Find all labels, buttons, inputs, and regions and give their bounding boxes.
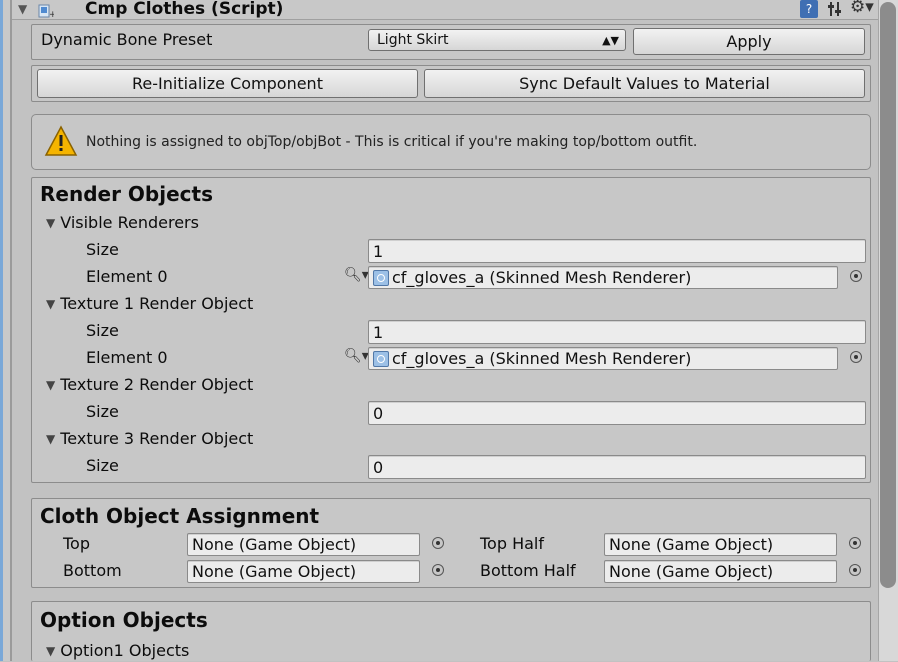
foldout-arrow-icon[interactable]: ▼ bbox=[18, 2, 27, 16]
top-label: Top bbox=[63, 534, 90, 553]
foldout-option1-objects[interactable]: ▼ Option1 Objects bbox=[46, 641, 189, 662]
magnifier-icon[interactable]: 🔍︎▾ bbox=[344, 348, 369, 364]
object-picker-icon[interactable] bbox=[849, 564, 861, 576]
foldout-arrow-icon: ▼ bbox=[46, 644, 56, 658]
object-field-value: cf_gloves_a (Skinned Mesh Renderer) bbox=[392, 268, 692, 287]
bottom-half-object-field[interactable]: None (Game Object) bbox=[604, 560, 837, 583]
element-label: Element 0 bbox=[86, 267, 168, 286]
render-objects-title: Render Objects bbox=[40, 182, 213, 206]
reinitialize-component-button[interactable]: Re-Initialize Component bbox=[37, 69, 418, 98]
component-title: Cmp Clothes (Script) bbox=[85, 0, 284, 19]
foldout-arrow-icon: ▼ bbox=[46, 297, 56, 311]
texture-3-size-field[interactable]: 0 bbox=[368, 455, 866, 479]
magnifier-icon[interactable]: 🔍︎▾ bbox=[344, 267, 369, 283]
object-field-value: cf_gloves_a (Skinned Mesh Renderer) bbox=[392, 349, 692, 368]
foldout-texture-1[interactable]: ▼ Texture 1 Render Object bbox=[46, 294, 253, 315]
foldout-arrow-icon: ▼ bbox=[46, 378, 56, 392]
warning-icon bbox=[44, 125, 78, 157]
preset-dropdown[interactable]: Light Skirt ▲▼ bbox=[368, 29, 626, 51]
size-label: Size bbox=[86, 456, 119, 475]
foldout-texture-2[interactable]: ▼ Texture 2 Render Object bbox=[46, 375, 253, 396]
script-icon: + bbox=[38, 3, 57, 20]
preset-label: Dynamic Bone Preset bbox=[41, 30, 213, 49]
option-objects-title: Option Objects bbox=[40, 608, 208, 632]
svg-text:+: + bbox=[49, 10, 54, 18]
foldout-label: Visible Renderers bbox=[60, 213, 199, 232]
visible-renderers-element-field[interactable]: cf_gloves_a (Skinned Mesh Renderer) bbox=[368, 266, 838, 289]
top-half-object-field[interactable]: None (Game Object) bbox=[604, 533, 837, 556]
left-accent-bar bbox=[0, 0, 3, 661]
object-picker-icon[interactable] bbox=[432, 564, 444, 576]
object-picker-icon[interactable] bbox=[432, 537, 444, 549]
skinned-mesh-icon bbox=[373, 350, 389, 367]
foldout-texture-3[interactable]: ▼ Texture 3 Render Object bbox=[46, 429, 253, 450]
preset-dropdown-value: Light Skirt bbox=[377, 32, 449, 48]
preset-icon[interactable] bbox=[826, 0, 844, 18]
size-label: Size bbox=[86, 402, 119, 421]
scrollbar-thumb[interactable] bbox=[880, 2, 896, 588]
help-icon[interactable]: ? bbox=[800, 0, 818, 18]
dropdown-arrows-icon: ▲▼ bbox=[602, 33, 619, 47]
foldout-label: Texture 3 Render Object bbox=[60, 429, 254, 448]
gear-icon[interactable]: ⚙▾ bbox=[850, 0, 874, 17]
skinned-mesh-icon bbox=[373, 269, 389, 286]
texture-1-size-field[interactable]: 1 bbox=[368, 320, 866, 344]
object-picker-icon[interactable] bbox=[850, 351, 862, 363]
visible-renderers-size-field[interactable]: 1 bbox=[368, 239, 866, 263]
foldout-label: Option1 Objects bbox=[60, 641, 190, 660]
element-label: Element 0 bbox=[86, 348, 168, 367]
foldout-arrow-icon: ▼ bbox=[46, 216, 56, 230]
bottom-object-field[interactable]: None (Game Object) bbox=[187, 560, 420, 583]
warning-message: Nothing is assigned to objTop/objBot - T… bbox=[86, 134, 698, 150]
foldout-label: Texture 1 Render Object bbox=[60, 294, 254, 313]
foldout-arrow-icon: ▼ bbox=[46, 432, 56, 446]
texture-2-size-field[interactable]: 0 bbox=[368, 401, 866, 425]
foldout-visible-renderers[interactable]: ▼ Visible Renderers bbox=[46, 213, 199, 234]
top-half-label: Top Half bbox=[480, 534, 544, 553]
bottom-label: Bottom bbox=[63, 561, 122, 580]
size-label: Size bbox=[86, 240, 119, 259]
object-picker-icon[interactable] bbox=[850, 270, 862, 282]
size-label: Size bbox=[86, 321, 119, 340]
sync-default-values-button[interactable]: Sync Default Values to Material bbox=[424, 69, 865, 98]
bottom-half-label: Bottom Half bbox=[480, 561, 576, 580]
apply-button[interactable]: Apply bbox=[633, 28, 865, 55]
texture-1-element-field[interactable]: cf_gloves_a (Skinned Mesh Renderer) bbox=[368, 347, 838, 370]
object-picker-icon[interactable] bbox=[849, 537, 861, 549]
cloth-assignment-title: Cloth Object Assignment bbox=[40, 504, 320, 528]
top-object-field[interactable]: None (Game Object) bbox=[187, 533, 420, 556]
foldout-label: Texture 2 Render Object bbox=[60, 375, 254, 394]
